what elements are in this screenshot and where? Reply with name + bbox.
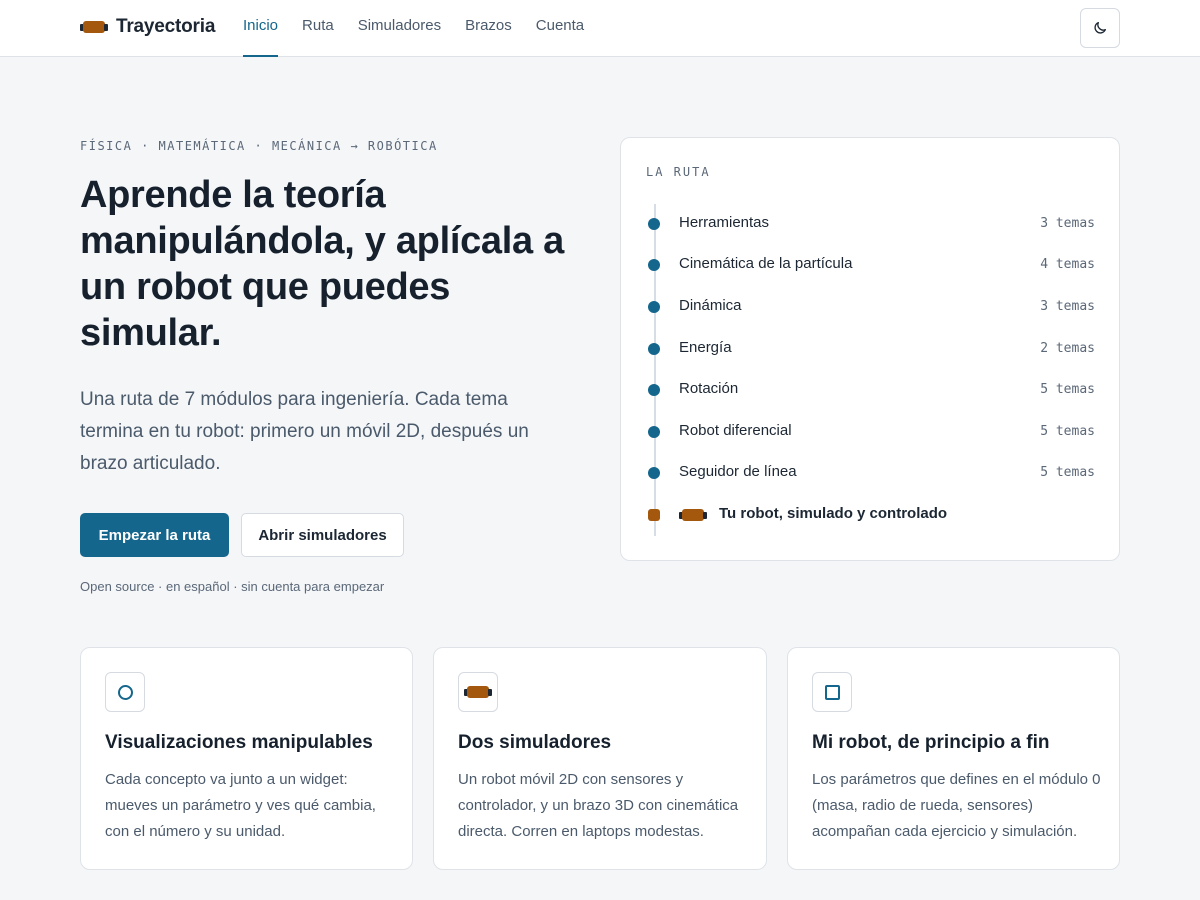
feature-icon-box [458,672,498,712]
feature-title: Dos simuladores [458,732,612,753]
timeline-dot [648,301,660,313]
feature-card-simuladores: Dos simuladores Un robot móvil 2D con se… [433,647,767,870]
timeline-dot [648,467,660,479]
timeline-dot [648,384,660,396]
route-item-label: Robot diferencial [679,422,792,439]
circle-icon [117,684,133,700]
feature-description: Los parámetros que defines en el módulo … [812,771,1101,840]
feature-card-visualizaciones: Visualizaciones manipulables Cada concep… [80,647,413,870]
route-item-label: Rotación [679,380,739,397]
route-item-label: Cinemática de la partícula [679,255,853,272]
timeline-dot [648,259,660,271]
main-nav: Inicio Ruta Simuladores Brazos Cuenta [243,0,608,57]
route-item-rotacion[interactable]: Rotación 5 temas [621,378,1119,402]
top-header: Trayectoria Inicio Ruta Simuladores Braz… [0,0,1200,57]
timeline-dot [648,218,660,230]
brand-logo[interactable]: Trayectoria [80,16,215,38]
feature-title: Mi robot, de principio a fin [812,732,1050,753]
hero-description: Una ruta de 7 módulos para ingeniería. C… [80,389,529,474]
route-item-count: 4 temas [1040,257,1095,272]
nav-inicio[interactable]: Inicio [243,0,279,57]
route-item-robot-diferencial[interactable]: Robot diferencial 5 temas [621,420,1119,444]
brand-title: Trayectoria [116,16,216,37]
nav-cuenta[interactable]: Cuenta [536,0,584,57]
route-item-count: 5 temas [1040,465,1095,480]
feature-icon-box [105,672,145,712]
timeline-final-marker [648,509,660,521]
feature-icon-box [812,672,852,712]
hero-eyebrow: FÍSICA · MATEMÁTICA · MECÁNICA → ROBÓTIC… [80,139,438,153]
robot-icon [80,21,108,33]
route-item-count: 5 temas [1040,424,1095,439]
route-item-herramientas[interactable]: Herramientas 3 temas [621,212,1119,236]
nav-brazos[interactable]: Brazos [465,0,512,57]
moon-icon [1094,22,1106,34]
route-item-cinematica[interactable]: Cinemática de la partícula 4 temas [621,253,1119,277]
nav-simuladores[interactable]: Simuladores [358,0,441,57]
hero-footnote: Open source · en español · sin cuenta pa… [80,579,385,594]
route-final-label: Tu robot, simulado y controlado [719,505,948,522]
nav-ruta[interactable]: Ruta [302,0,334,57]
route-item-label: Energía [679,339,732,356]
route-item-count: 2 temas [1040,341,1095,356]
route-item-count: 3 temas [1040,216,1095,231]
feature-card-mi-robot: Mi robot, de principio a fin Los parámet… [787,647,1120,870]
square-icon [824,684,840,700]
robot-icon [679,509,707,521]
route-item-count: 5 temas [1040,382,1095,397]
hero-title: Aprende la teoría manipulándola, y aplíc… [80,174,564,354]
route-item-label: Herramientas [679,214,770,231]
timeline-dot [648,426,660,438]
start-route-button[interactable]: Empezar la ruta [80,513,229,557]
feature-title: Visualizaciones manipulables [105,732,373,753]
open-simulators-button[interactable]: Abrir simuladores [241,513,404,557]
feature-description: Un robot móvil 2D con sensores y control… [458,771,739,840]
feature-description: Cada concepto va junto a un widget: muev… [105,771,376,840]
robot-icon [464,686,492,698]
route-card: LA RUTA Herramientas 3 temas Cinemática … [620,137,1120,561]
route-item-seguidor-linea[interactable]: Seguidor de línea 5 temas [621,461,1119,485]
route-item-label: Dinámica [679,297,742,314]
route-item-label: Seguidor de línea [679,463,797,480]
theme-toggle-button[interactable] [1080,8,1120,48]
route-item-count: 3 temas [1040,299,1095,314]
route-item-final[interactable]: Tu robot, simulado y controlado [621,503,1119,527]
route-label: LA RUTA [646,165,711,179]
route-item-dinamica[interactable]: Dinámica 3 temas [621,295,1119,319]
route-item-energia[interactable]: Energía 2 temas [621,337,1119,361]
timeline-dot [648,343,660,355]
